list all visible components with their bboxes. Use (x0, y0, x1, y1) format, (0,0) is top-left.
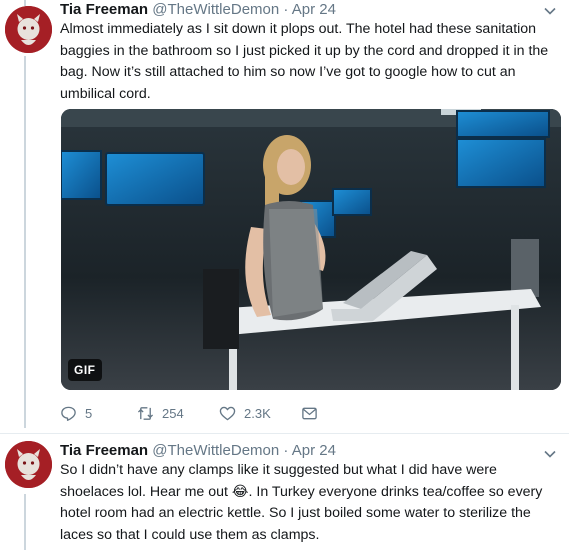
gif-frame (61, 109, 561, 390)
dm-button[interactable] (301, 405, 318, 422)
retweet-icon (137, 406, 154, 420)
tweet-text: So I didn’t have any clamps like it sugg… (60, 462, 543, 543)
dm-icon (302, 407, 317, 419)
tweet-divider (0, 433, 569, 434)
author-name[interactable]: Tia Freeman (60, 1, 148, 18)
avatar[interactable] (5, 441, 52, 488)
avatar-demon-icon (5, 441, 52, 488)
reply-count: 5 (85, 405, 93, 421)
tweet-header: Tia Freeman @TheWittleDemon · Apr 24 (60, 0, 336, 19)
author-handle[interactable]: @TheWittleDemon (152, 1, 279, 18)
thread-line-bottom (24, 494, 26, 550)
like-count: 2.3K (244, 405, 271, 421)
separator: · (283, 442, 289, 459)
tweet-media-gif[interactable]: GIF (61, 109, 561, 390)
caret-down-icon[interactable] (543, 4, 557, 18)
retweet-button[interactable]: 254 (137, 405, 219, 422)
avatar-demon-icon (5, 6, 52, 53)
retweet-count: 254 (162, 405, 184, 421)
like-button[interactable]: 2.3K (219, 405, 301, 422)
reply-icon (61, 406, 76, 421)
author-handle[interactable]: @TheWittleDemon (152, 442, 279, 459)
avatar[interactable] (5, 6, 52, 53)
like-icon (219, 406, 236, 420)
reply-button[interactable]: 5 (60, 405, 137, 422)
tweet-date[interactable]: Apr 24 (292, 442, 336, 459)
thread-line-middle (24, 56, 26, 428)
tweet-date[interactable]: Apr 24 (292, 1, 336, 18)
tweet-header: Tia Freeman @TheWittleDemon · Apr 24 (60, 441, 336, 460)
tweet-text: Almost immediately as I sit down it plop… (60, 21, 549, 102)
author-name[interactable]: Tia Freeman (60, 442, 148, 459)
tweet-actions: 5 254 2.3K (60, 402, 318, 424)
gif-badge: GIF (68, 359, 102, 381)
caret-down-icon[interactable] (543, 447, 557, 461)
separator: · (283, 1, 289, 18)
